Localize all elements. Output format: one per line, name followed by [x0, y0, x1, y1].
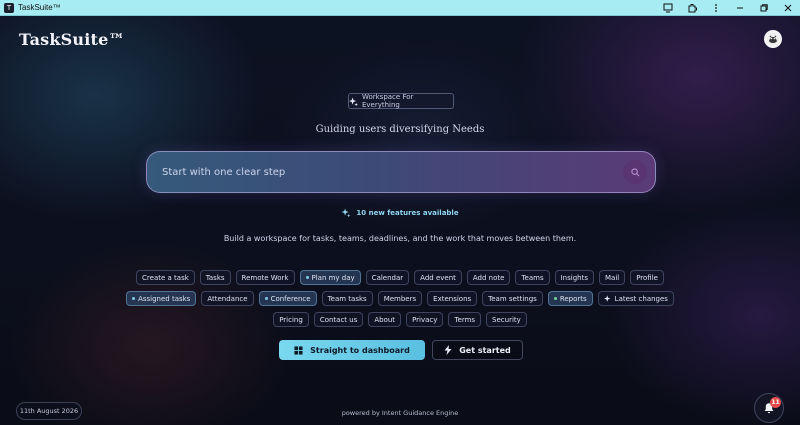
chip-label: Profile — [636, 273, 658, 282]
lightning-icon — [444, 345, 452, 355]
chip-label: Remote Work — [241, 273, 289, 282]
window-titlebar: T TaskSuite™ — [0, 0, 800, 16]
new-features-label: 10 new features available — [356, 208, 459, 217]
status-dot-icon — [264, 297, 268, 300]
chip-members[interactable]: Members — [377, 291, 423, 306]
chip-label: Team settings — [488, 294, 537, 303]
chip-label: Reports — [559, 294, 587, 303]
chip-label: Attendance — [207, 294, 248, 303]
status-dot-icon — [553, 297, 557, 300]
chip-remote-work[interactable]: Remote Work — [235, 270, 295, 285]
chip-label: Conference — [270, 294, 311, 303]
grid-icon — [294, 345, 303, 355]
chip-label: Contact us — [319, 315, 358, 324]
close-icon[interactable] — [776, 0, 800, 16]
chip-label: About — [374, 315, 396, 324]
chip-label: Team tasks — [327, 294, 367, 303]
chip-security[interactable]: Security — [486, 312, 527, 327]
chip-label: Privacy — [412, 315, 438, 324]
chip-label: Latest changes — [614, 294, 668, 303]
description: Build a workspace for tasks, teams, dead… — [223, 234, 577, 243]
chip-label: Add event — [420, 273, 456, 282]
chip-label: Add note — [472, 273, 505, 282]
chip-label: Plan my day — [311, 273, 355, 282]
workspace-badge: Workspace For Everything — [348, 93, 454, 109]
chip-extensions[interactable]: Extensions — [427, 291, 478, 306]
brand-title: TaskSuite™ — [19, 30, 125, 49]
chip-add-event[interactable]: Add event — [414, 270, 462, 285]
window-controls — [656, 0, 800, 16]
chip-conference[interactable]: Conference — [258, 291, 317, 306]
new-features-link[interactable]: 10 new features available — [0, 208, 800, 217]
sparkle-icon — [603, 294, 611, 302]
chip-label: Mail — [604, 273, 620, 282]
chip-about[interactable]: About — [368, 312, 402, 327]
dashboard-button[interactable]: Straight to dashboard — [279, 340, 425, 360]
pin-icon[interactable] — [656, 0, 680, 16]
chip-team-settings[interactable]: Team settings — [482, 291, 543, 306]
get-started-button[interactable]: Get started — [432, 340, 523, 360]
more-icon[interactable] — [704, 0, 728, 16]
chip-add-note[interactable]: Add note — [466, 270, 511, 285]
window-title: TaskSuite™ — [18, 3, 61, 12]
search-bar — [146, 151, 656, 193]
chip-row-2: Assigned tasks Attendance Conference Team t… — [0, 291, 800, 306]
powered-by-text: powered by Intent Guidance Engine — [341, 409, 459, 417]
chip-row-3: Pricing Contact us About Privacy Terms Securi… — [0, 312, 800, 327]
search-icon — [630, 167, 639, 176]
chip-label: Security — [492, 315, 521, 324]
chip-plan-my-day[interactable]: Plan my day — [299, 270, 361, 285]
chip-mail[interactable]: Mail — [598, 270, 626, 285]
chip-insights[interactable]: Insights — [554, 270, 594, 285]
chip-label: Assigned tasks — [138, 294, 191, 303]
sparkle-icon — [341, 208, 351, 217]
notifications-button[interactable]: 11 — [754, 393, 784, 423]
chip-label: Calendar — [371, 273, 404, 282]
get-started-label: Get started — [459, 345, 511, 355]
chip-create-a-task[interactable]: Create a task — [136, 270, 195, 285]
chip-label: Terms — [454, 315, 476, 324]
chip-team-tasks[interactable]: Team tasks — [321, 291, 373, 306]
chip-label: Create a task — [142, 273, 189, 282]
chip-contact-us[interactable]: Contact us — [313, 312, 364, 327]
chip-privacy[interactable]: Privacy — [406, 312, 444, 327]
search-input[interactable] — [147, 166, 623, 178]
avatar-icon — [767, 33, 779, 45]
chip-row-1: Create a task Tasks Remote Work Plan my day… — [0, 270, 800, 285]
avatar[interactable] — [764, 30, 782, 48]
chip-calendar[interactable]: Calendar — [365, 270, 410, 285]
chip-label: Pricing — [279, 315, 303, 324]
tagline: Guiding users diversifying Needs — [315, 124, 485, 135]
sparkle-icon — [349, 96, 358, 106]
search-button[interactable] — [623, 160, 647, 184]
workspace-badge-label: Workspace For Everything — [361, 93, 414, 109]
minimize-icon[interactable] — [728, 0, 752, 16]
app-logo-icon: T — [4, 2, 14, 13]
chip-teams[interactable]: Teams — [515, 270, 550, 285]
extensions-icon[interactable] — [680, 0, 704, 16]
notification-count-badge: 11 — [770, 397, 781, 408]
app-area: TaskSuite™ Workspace For Everything Guid… — [0, 16, 800, 425]
restore-icon[interactable] — [752, 0, 776, 16]
dashboard-button-label: Straight to dashboard — [310, 345, 410, 355]
status-dot-icon — [132, 297, 136, 300]
chip-tasks[interactable]: Tasks — [199, 270, 231, 285]
chip-label: Insights — [560, 273, 588, 282]
chip-reports[interactable]: Reports — [547, 291, 593, 306]
chip-attendance[interactable]: Attendance — [201, 291, 254, 306]
chip-profile[interactable]: Profile — [630, 270, 664, 285]
chip-latest-changes[interactable]: Latest changes — [597, 291, 674, 306]
status-dot-icon — [305, 276, 309, 279]
chip-label: Members — [383, 294, 417, 303]
chip-label: Teams — [521, 273, 544, 282]
chip-label: Extensions — [433, 294, 472, 303]
chip-terms[interactable]: Terms — [448, 312, 482, 327]
chip-label: Tasks — [205, 273, 225, 282]
chip-assigned-tasks[interactable]: Assigned tasks — [126, 291, 197, 306]
chip-pricing[interactable]: Pricing — [273, 312, 309, 327]
